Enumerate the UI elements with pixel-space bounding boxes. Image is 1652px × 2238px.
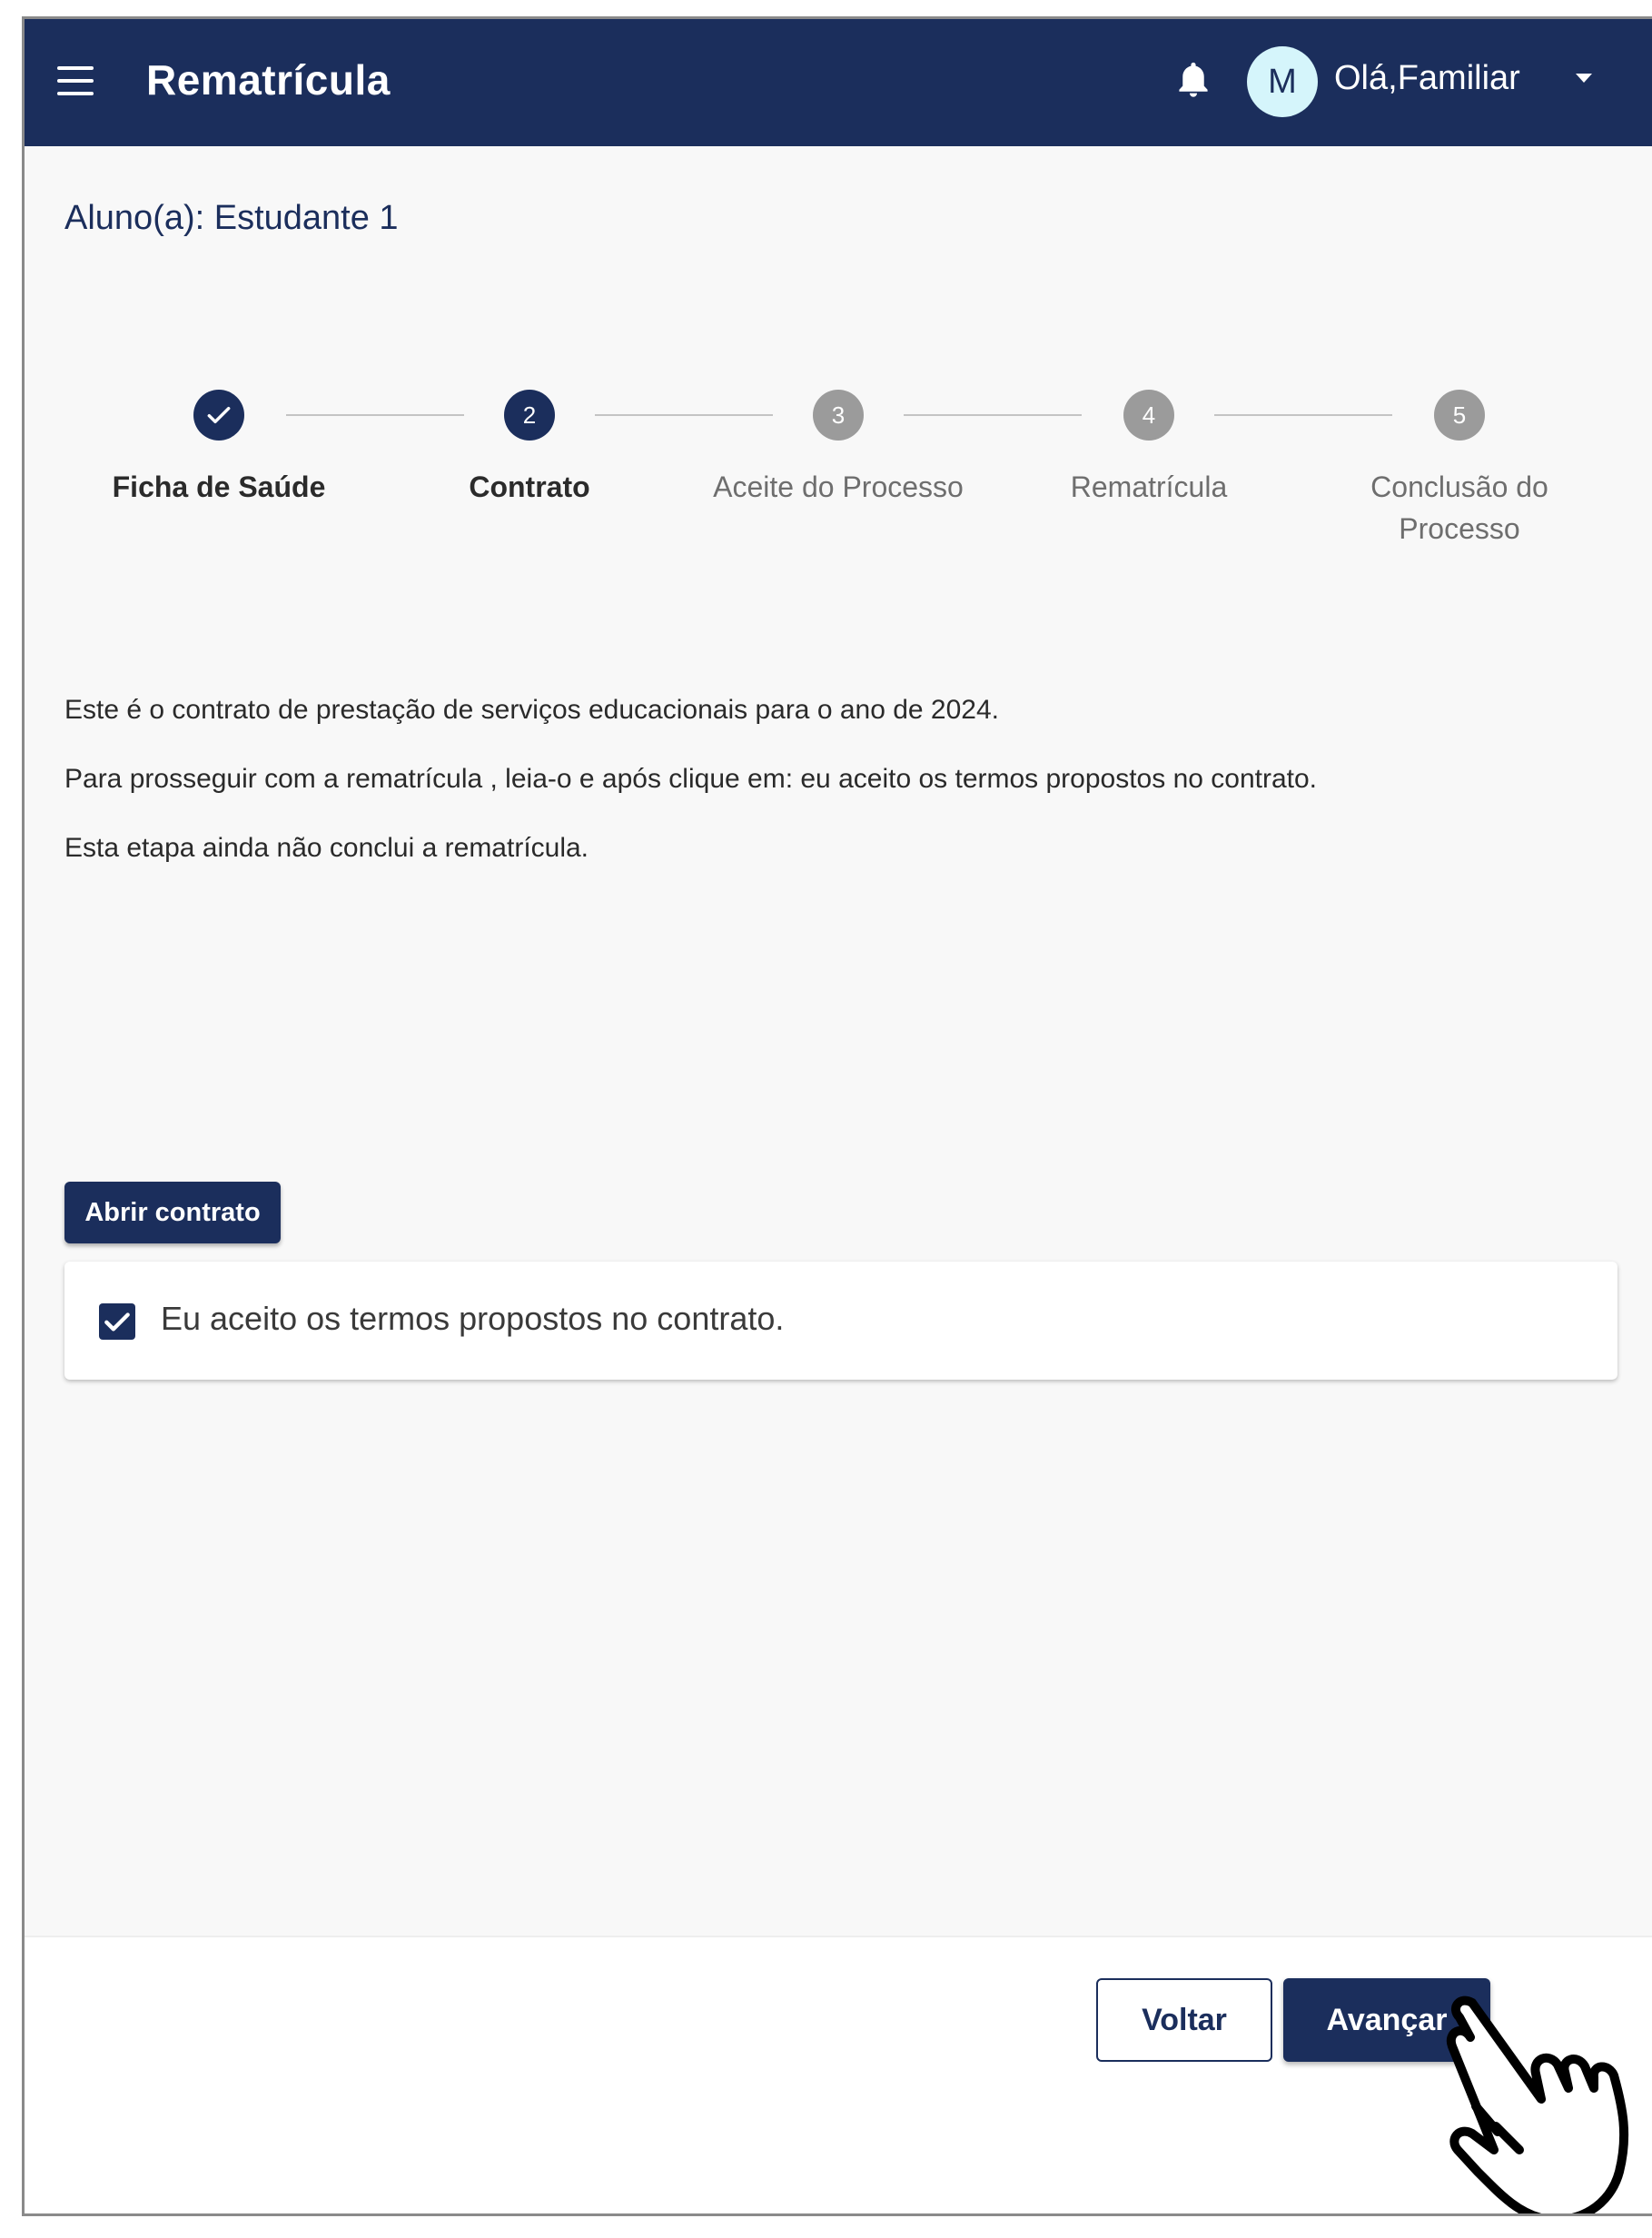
step-5-indicator: 5 (1434, 390, 1485, 441)
step-2-indicator: 2 (504, 390, 555, 441)
step-connector (595, 414, 773, 416)
back-button[interactable]: Voltar (1096, 1978, 1272, 2062)
bell-icon[interactable] (1173, 59, 1213, 103)
step-1-label: Ficha de Saúde (74, 466, 364, 508)
top-app-bar: Rematrícula M Olá,Familiar (25, 19, 1652, 146)
step-5-label-line1: Conclusão do (1370, 470, 1548, 503)
step-connector (1214, 414, 1392, 416)
contract-intro-text: Este é o contrato de prestação de serviç… (64, 695, 1000, 725)
contract-instructions-text: Para prosseguir com a rematrícula , leia… (64, 764, 1318, 794)
step-1-indicator (193, 390, 244, 441)
user-greeting[interactable]: Olá,Familiar (1334, 59, 1520, 98)
student-label: Aluno(a): Estudante 1 (64, 199, 399, 237)
step-5-label-line2: Processo (1399, 512, 1520, 545)
accept-terms-label[interactable]: Eu aceito os termos propostos no contrat… (161, 1300, 784, 1338)
step-4-indicator: 4 (1123, 390, 1174, 441)
page-title: Rematrícula (146, 56, 391, 104)
step-4-label: Rematrícula (1004, 466, 1294, 508)
avatar[interactable]: M (1247, 46, 1318, 117)
step-2-label: Contrato (384, 466, 675, 508)
footer-actions: Voltar Avançar (25, 1936, 1652, 2213)
step-3-indicator: 3 (813, 390, 864, 441)
progress-stepper: Ficha de Saúde 2 Contrato 3 Aceite do Pr… (25, 373, 1652, 573)
accept-terms-card: Eu aceito os termos propostos no contrat… (64, 1262, 1617, 1380)
hand-pointer-icon (1446, 1995, 1629, 2213)
app-window: Rematrícula M Olá,Familiar Aluno(a): Est… (22, 16, 1652, 2216)
check-icon (104, 1312, 130, 1332)
open-contract-button[interactable]: Abrir contrato (64, 1182, 281, 1243)
step-1-label-text: Ficha de Saúde (112, 470, 326, 503)
step-4-label-text: Rematrícula (1070, 470, 1228, 503)
menu-icon[interactable] (57, 61, 97, 101)
check-icon (207, 406, 231, 424)
chevron-down-icon[interactable] (1576, 74, 1592, 83)
step-5-label: Conclusão do Processo (1314, 466, 1605, 550)
accept-terms-checkbox[interactable] (99, 1303, 135, 1340)
step-2-label-text: Contrato (469, 470, 590, 503)
contract-note-text: Esta etapa ainda não conclui a rematrícu… (64, 833, 589, 863)
step-3-label-text: Aceite do Processo (713, 470, 964, 503)
step-connector (904, 414, 1082, 416)
step-3-label: Aceite do Processo (693, 466, 984, 508)
step-connector (286, 414, 464, 416)
